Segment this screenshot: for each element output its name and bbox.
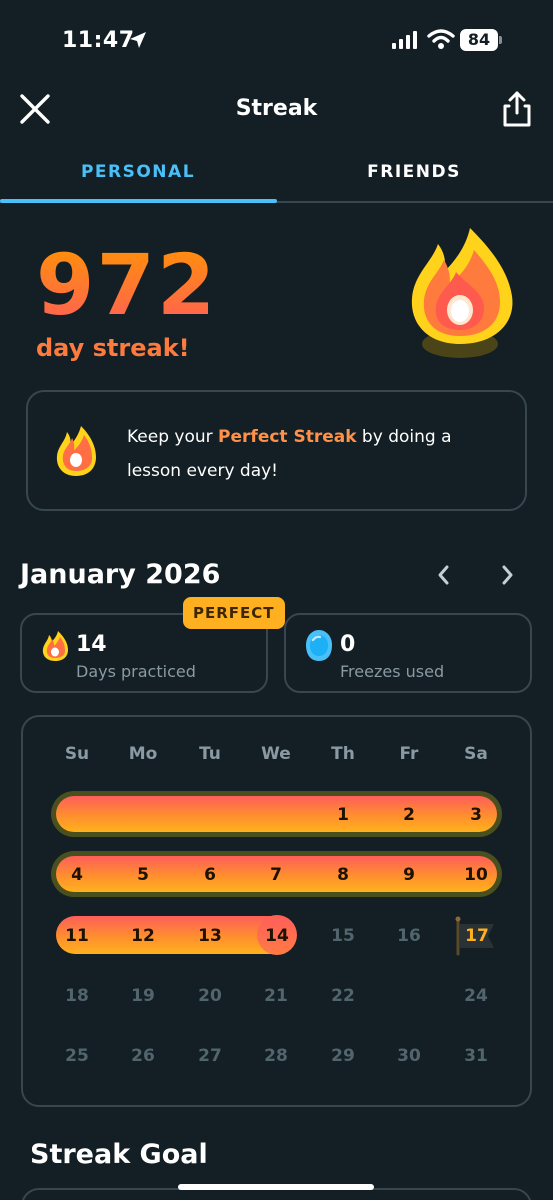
tab-active-indicator	[0, 199, 277, 203]
days-practiced-value: 14	[76, 632, 107, 657]
weekday-label: Th	[331, 744, 355, 764]
freezes-used-label: Freezes used	[340, 662, 445, 681]
tab-friends[interactable]: FRIENDS	[276, 162, 552, 182]
weekday-label: We	[261, 744, 291, 764]
flame-icon	[411, 228, 513, 358]
calendar-day[interactable]: 12	[118, 926, 168, 946]
tab-personal[interactable]: PERSONAL	[0, 162, 276, 182]
status-time: 11:47	[62, 28, 135, 53]
share-icon	[503, 91, 531, 127]
freezes-used-value: 0	[340, 632, 356, 657]
streak-goal-title: Streak Goal	[30, 1139, 208, 1170]
calendar-day[interactable]: 8	[318, 865, 368, 885]
calendar-day[interactable]: 16	[384, 926, 434, 946]
weekday-label: Tu	[199, 744, 221, 764]
wifi-icon	[427, 29, 455, 49]
calendar-day[interactable]: 22	[318, 986, 368, 1006]
chevron-right-icon	[502, 565, 513, 585]
share-button[interactable]	[500, 90, 534, 128]
calendar-day[interactable]: 7	[251, 865, 301, 885]
calendar-day[interactable]: 13	[185, 926, 235, 946]
calendar-day[interactable]: 26	[118, 1046, 168, 1066]
calendar-day[interactable]: 15	[318, 926, 368, 946]
calendar-day[interactable]: 24	[451, 986, 501, 1006]
perfect-streak-message: Keep your Perfect Streak by doing a less…	[127, 420, 487, 488]
signal-icon	[392, 31, 417, 49]
calendar-day[interactable]: 9	[384, 865, 434, 885]
location-arrow-icon	[130, 32, 146, 48]
next-month-button[interactable]	[495, 563, 519, 587]
calendar-day[interactable]: 6	[185, 865, 235, 885]
calendar-day[interactable]: 30	[384, 1046, 434, 1066]
chevron-left-icon	[438, 565, 449, 585]
info-prefix: Keep your	[127, 427, 219, 447]
days-practiced-label: Days practiced	[76, 662, 196, 681]
streak-label: day streak!	[36, 334, 190, 362]
weekday-label: Mo	[128, 744, 158, 764]
calendar-day[interactable]: 5	[118, 865, 168, 885]
month-title: January 2026	[20, 559, 221, 590]
weekday-label: Fr	[399, 744, 419, 764]
flame-icon	[56, 426, 96, 476]
calendar-day[interactable]: 25	[52, 1046, 102, 1066]
calendar-day[interactable]: 18	[52, 986, 102, 1006]
calendar-day[interactable]: 10	[451, 865, 501, 885]
calendar-day[interactable]: 2	[384, 805, 434, 825]
freeze-icon	[306, 630, 332, 661]
perfect-streak-highlight: Perfect Streak	[218, 427, 357, 447]
page-title: Streak	[235, 96, 318, 121]
streak-count: 972	[36, 236, 218, 334]
calendar-day[interactable]: 31	[451, 1046, 501, 1066]
calendar-day-goal[interactable]: 17	[452, 926, 502, 946]
perfect-badge: PERFECT	[183, 597, 285, 629]
home-indicator[interactable]	[178, 1184, 374, 1190]
calendar-day[interactable]: 20	[185, 986, 235, 1006]
calendar-day[interactable]: 27	[185, 1046, 235, 1066]
calendar-day-today[interactable]: 14	[252, 926, 302, 946]
prev-month-button[interactable]	[432, 563, 456, 587]
calendar-day[interactable]: 4	[52, 865, 102, 885]
calendar-day[interactable]: 28	[251, 1046, 301, 1066]
calendar-day[interactable]: 21	[251, 986, 301, 1006]
calendar-day[interactable]: 3	[451, 805, 501, 825]
calendar-day[interactable]: 19	[118, 986, 168, 1006]
battery-nub	[499, 36, 502, 44]
battery-indicator: 84	[460, 29, 498, 51]
weekday-label: Sa	[464, 744, 488, 764]
calendar-day[interactable]: 29	[318, 1046, 368, 1066]
calendar-day[interactable]: 11	[52, 926, 102, 946]
flame-icon	[42, 631, 68, 661]
calendar-day[interactable]: 1	[318, 805, 368, 825]
weekday-label: Su	[64, 744, 90, 764]
